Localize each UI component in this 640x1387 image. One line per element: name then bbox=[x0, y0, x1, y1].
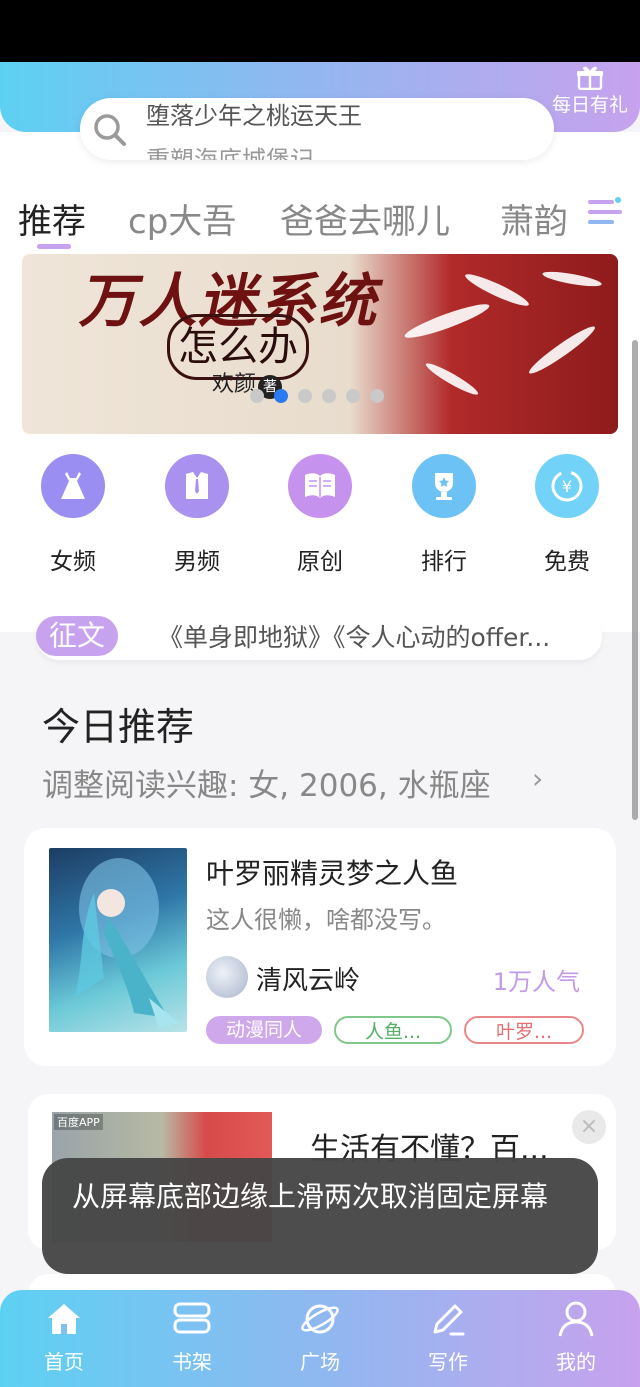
home-icon bbox=[48, 1304, 80, 1334]
nav-home[interactable]: 首页 bbox=[16, 1298, 112, 1375]
pen-icon bbox=[433, 1304, 465, 1336]
promo-banner[interactable]: 万人迷系统 怎么办 欢颜著 bbox=[22, 254, 618, 434]
pagination-dot bbox=[322, 389, 336, 403]
search-bar[interactable]: 堕落少年之桃运天王 重塑海底城堡记 bbox=[80, 98, 554, 160]
svg-text:¥: ¥ bbox=[562, 477, 572, 496]
book-tag[interactable]: 叶罗... bbox=[464, 1016, 584, 1044]
category-male[interactable]: 男频 bbox=[147, 454, 247, 576]
pagination-dot bbox=[370, 389, 384, 403]
tab-cp-dawu[interactable]: cp大吾 bbox=[128, 194, 236, 243]
daily-gift-button[interactable]: 每日有礼 bbox=[540, 62, 640, 124]
search-hint-line-2: 重塑海底城堡记 bbox=[146, 146, 314, 160]
book-title: 叶罗丽精灵梦之人鱼 bbox=[206, 857, 459, 890]
nav-label: 写作 bbox=[428, 1350, 468, 1374]
category-label: 原创 bbox=[297, 549, 343, 575]
tab-xiaoyun[interactable]: 萧韵 bbox=[500, 194, 568, 243]
tabs-menu-button[interactable] bbox=[580, 186, 640, 246]
reading-interest-link[interactable]: 调整阅读兴趣: 女, 2006, 水瓶座 bbox=[42, 760, 491, 805]
bird-decoration bbox=[402, 299, 492, 343]
book-tag[interactable]: 人鱼... bbox=[334, 1016, 452, 1044]
search-icon bbox=[94, 114, 126, 146]
notice-badge: 征文 bbox=[36, 616, 118, 656]
book-tag[interactable]: 动漫同人 bbox=[206, 1016, 322, 1044]
tab-baba-qunaer[interactable]: 爸爸去哪儿 bbox=[280, 194, 450, 243]
bird-decoration bbox=[525, 322, 599, 378]
daily-gift-label: 每日有礼 bbox=[551, 94, 628, 116]
bird-decoration bbox=[541, 268, 603, 290]
section-title: 今日推荐 bbox=[42, 705, 195, 749]
bottom-nav: 首页 书架 广场 写作 我的 bbox=[0, 1290, 640, 1387]
bird-decoration bbox=[462, 269, 532, 311]
menu-icon bbox=[588, 197, 622, 224]
category-ranking[interactable]: 排行 bbox=[394, 454, 494, 576]
category-label: 女频 bbox=[50, 549, 96, 575]
tab-recommend[interactable]: 推荐 bbox=[18, 194, 86, 243]
nav-label: 我的 bbox=[556, 1350, 596, 1374]
bookshelf-icon bbox=[173, 1302, 211, 1334]
status-bar bbox=[0, 0, 640, 62]
banner-pagination bbox=[250, 388, 394, 403]
yuan-icon: ¥ bbox=[535, 454, 599, 518]
chevron-right-icon: › bbox=[532, 762, 544, 795]
pagination-dot bbox=[298, 389, 312, 403]
nav-square[interactable]: 广场 bbox=[272, 1298, 368, 1375]
category-original[interactable]: 原创 bbox=[270, 454, 370, 576]
category-label: 男频 bbox=[174, 549, 220, 575]
category-female[interactable]: 女频 bbox=[23, 454, 123, 576]
pagination-dot-active bbox=[274, 389, 288, 403]
search-hint-line-1: 堕落少年之桃运天王 bbox=[146, 102, 362, 130]
nav-label: 广场 bbox=[300, 1350, 340, 1374]
pagination-dot bbox=[346, 389, 360, 403]
category-free[interactable]: ¥ 免费 bbox=[517, 454, 617, 576]
nav-label: 书架 bbox=[172, 1350, 212, 1374]
nav-write[interactable]: 写作 bbox=[400, 1298, 496, 1375]
scrollbar[interactable] bbox=[632, 340, 638, 820]
book-cover bbox=[49, 848, 187, 1032]
nav-bookshelf[interactable]: 书架 bbox=[144, 1298, 240, 1375]
toast-message: 从屏幕底部边缘上滑两次取消固定屏幕 bbox=[42, 1158, 598, 1274]
nav-label: 首页 bbox=[44, 1350, 84, 1374]
dress-icon bbox=[41, 454, 105, 518]
active-tab-indicator bbox=[37, 244, 71, 249]
author-name: 清风云岭 bbox=[256, 966, 361, 996]
close-icon[interactable]: × bbox=[572, 1110, 606, 1144]
category-label: 排行 bbox=[421, 549, 467, 575]
book-card[interactable]: 叶罗丽精灵梦之人鱼 这人很懒，啥都没写。 清风云岭 1万人气 动漫同人 人鱼..… bbox=[24, 828, 616, 1066]
essay-contest-notice[interactable]: 征文 《单身即地狱》《令人心动的offer... bbox=[36, 614, 602, 660]
avatar bbox=[206, 956, 248, 998]
book-icon bbox=[288, 454, 352, 518]
category-label: 免费 bbox=[544, 549, 590, 575]
notice-text: 《单身即地狱》《令人心动的offer... bbox=[158, 623, 551, 652]
category-tabs: 推荐 cp大吾 爸爸去哪儿 萧韵 bbox=[0, 186, 640, 250]
popularity-count: 1万人气 bbox=[492, 968, 580, 996]
book-description: 这人很懒，啥都没写。 bbox=[206, 906, 446, 934]
gift-icon bbox=[577, 66, 603, 90]
trophy-icon bbox=[412, 454, 476, 518]
suit-icon bbox=[165, 454, 229, 518]
pagination-dot bbox=[250, 389, 264, 403]
user-icon bbox=[558, 1301, 594, 1337]
planet-icon bbox=[301, 1304, 339, 1334]
bird-decoration bbox=[423, 359, 481, 399]
nav-profile[interactable]: 我的 bbox=[528, 1298, 624, 1375]
ad-source-label: 百度APP bbox=[54, 1114, 103, 1130]
